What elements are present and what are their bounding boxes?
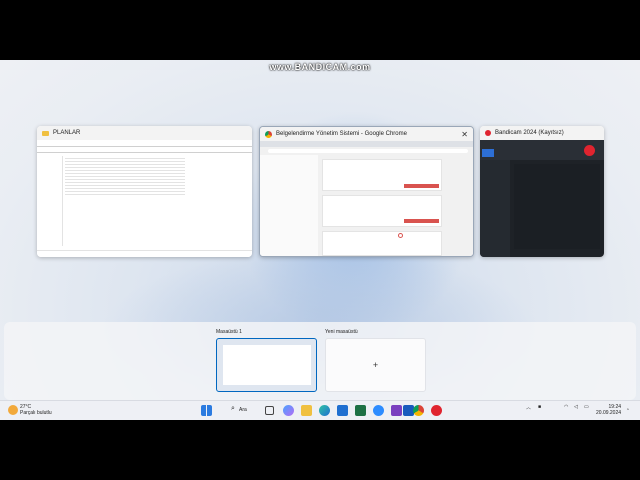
zoom-icon[interactable] bbox=[373, 405, 384, 416]
bandicam-settings-panel bbox=[514, 164, 600, 249]
explorer-file-list bbox=[65, 156, 185, 196]
tray-app-icon[interactable]: ■ bbox=[538, 404, 541, 410]
letterbox-bottom bbox=[0, 420, 640, 480]
plus-icon: + bbox=[372, 360, 379, 370]
bandicam-titlebar: Bandicam 2024 (Kayıtsız) bbox=[480, 126, 604, 140]
taskbar: 27°C Parçalı bulutlu ⌕ Ara ︿ ■ ◠ ◁ ▭ 19:… bbox=[0, 400, 640, 420]
thumbnail-window-preview bbox=[223, 345, 311, 385]
weather-desc: Parçalı bulutlu bbox=[20, 410, 52, 416]
page-action-button-2 bbox=[404, 219, 439, 223]
bandicam-watermark: www.BANDICAM.com bbox=[269, 62, 371, 72]
task-view-icon[interactable] bbox=[265, 406, 274, 415]
desktop1-thumbnail[interactable] bbox=[216, 338, 317, 392]
explorer-statusbar bbox=[37, 250, 252, 251]
chrome-tabstrip bbox=[260, 141, 473, 147]
desktop1-label: Masaüstü 1 bbox=[216, 329, 242, 335]
file-explorer-icon[interactable] bbox=[301, 405, 312, 416]
chrome-title: Belgelendirme Yönetim Sistemi - Google C… bbox=[276, 131, 407, 137]
new-desktop-label: Yeni masaüstü bbox=[325, 329, 358, 335]
start-icon[interactable] bbox=[201, 405, 212, 416]
outlook-icon[interactable] bbox=[391, 405, 402, 416]
store-icon[interactable] bbox=[337, 405, 348, 416]
excel-icon[interactable] bbox=[355, 405, 366, 416]
chrome-taskbar-icon[interactable] bbox=[413, 405, 424, 416]
bandicam-title: Bandicam 2024 (Kayıtsız) bbox=[495, 130, 564, 136]
wifi-icon[interactable]: ◠ bbox=[564, 404, 568, 410]
explorer-content bbox=[37, 140, 252, 257]
new-desktop-button[interactable]: + bbox=[325, 338, 426, 392]
bandicam-sidebar bbox=[480, 160, 510, 257]
virtual-desktops-strip: Masaüstü 1 Yeni masaüstü + bbox=[4, 322, 636, 400]
bandicam-rec-button bbox=[584, 145, 595, 156]
explorer-titlebar: PLANLAR bbox=[37, 126, 252, 140]
volume-icon[interactable]: ◁ bbox=[574, 404, 578, 410]
clock[interactable]: 19:24 20.09.2024 bbox=[596, 404, 621, 416]
close-icon[interactable]: ✕ bbox=[461, 130, 468, 139]
folder-icon bbox=[42, 130, 49, 136]
letterbox-top bbox=[0, 0, 640, 60]
battery-icon[interactable]: ▭ bbox=[584, 404, 589, 410]
explorer-address-line bbox=[37, 152, 252, 153]
explorer-window-card[interactable]: PLANLAR bbox=[37, 126, 252, 257]
chrome-window-card[interactable]: Belgelendirme Yönetim Sistemi - Google C… bbox=[259, 126, 474, 257]
bandicam-content bbox=[480, 140, 604, 257]
weather-icon bbox=[8, 405, 18, 415]
search-icon[interactable]: ⌕ bbox=[231, 405, 235, 413]
chrome-omnibox bbox=[268, 149, 468, 153]
copilot-icon[interactable] bbox=[283, 405, 294, 416]
cursor-marker bbox=[398, 233, 403, 238]
bandicam-window-card[interactable]: Bandicam 2024 (Kayıtsız) bbox=[480, 126, 604, 257]
page-sidebar bbox=[260, 155, 318, 256]
record-icon bbox=[485, 130, 491, 136]
chrome-icon bbox=[265, 130, 272, 138]
clock-date: 20.09.2024 bbox=[596, 410, 622, 416]
notification-icon[interactable]: ◔ bbox=[626, 407, 629, 413]
chrome-titlebar: Belgelendirme Yönetim Sistemi - Google C… bbox=[260, 127, 473, 141]
explorer-nav-pane bbox=[37, 156, 63, 246]
page-panel-3 bbox=[322, 231, 442, 256]
page-action-button-1 bbox=[404, 184, 439, 188]
edge-icon[interactable] bbox=[319, 405, 330, 416]
bandicam-taskbar-icon[interactable] bbox=[431, 405, 442, 416]
weather-widget[interactable]: 27°C Parçalı bulutlu bbox=[20, 404, 52, 416]
chrome-content bbox=[260, 141, 473, 256]
bandicam-mode-button bbox=[482, 149, 494, 157]
explorer-title: PLANLAR bbox=[53, 130, 81, 136]
explorer-toolbar-line bbox=[37, 146, 252, 147]
chevron-up-icon[interactable]: ︿ bbox=[526, 404, 531, 411]
search-label[interactable]: Ara bbox=[239, 407, 247, 413]
